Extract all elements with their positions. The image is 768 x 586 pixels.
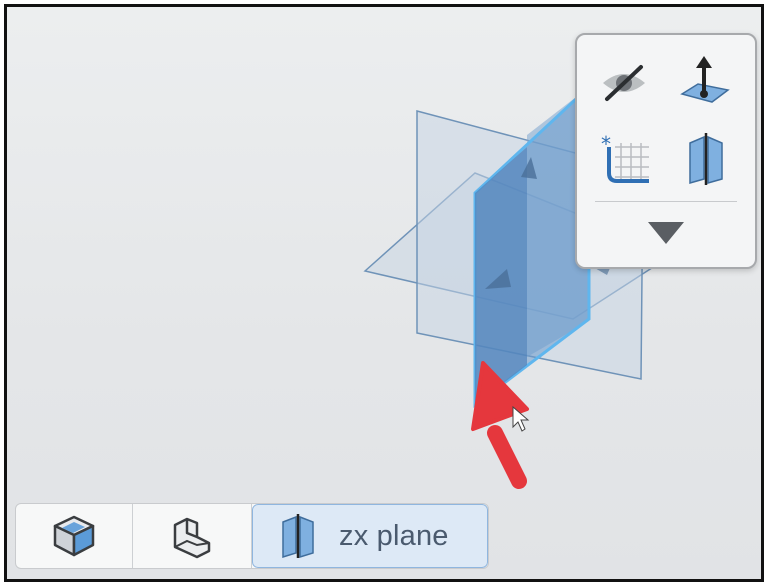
- hide-eye-icon: [603, 65, 645, 101]
- more-options-button[interactable]: [633, 211, 699, 255]
- selected-plane-label: zx plane: [339, 519, 449, 552]
- filter-plane-selected[interactable]: zx plane: [252, 504, 488, 568]
- window-frame: * zx plane: [4, 4, 764, 582]
- sketch-on-plane-icon: *: [601, 133, 649, 183]
- svg-text:*: *: [601, 133, 611, 156]
- hide-button[interactable]: [593, 55, 655, 111]
- toolbar-divider: [595, 201, 737, 202]
- plane-icon: [282, 514, 314, 558]
- body-cube-icon: [53, 515, 95, 557]
- selection-filter-bar: zx plane: [15, 503, 489, 569]
- filter-body[interactable]: [16, 504, 133, 568]
- plane-button[interactable]: [675, 131, 737, 187]
- face-solid-icon: [173, 517, 211, 559]
- new-sketch-button[interactable]: *: [595, 131, 657, 187]
- context-mini-toolbar: *: [575, 33, 757, 269]
- triangle-down-icon: [648, 222, 684, 244]
- move-up-plane-icon: [680, 56, 730, 103]
- filter-face[interactable]: [133, 504, 252, 568]
- offset-plane-button[interactable]: [673, 53, 735, 109]
- mirror-plane-icon: [689, 133, 723, 185]
